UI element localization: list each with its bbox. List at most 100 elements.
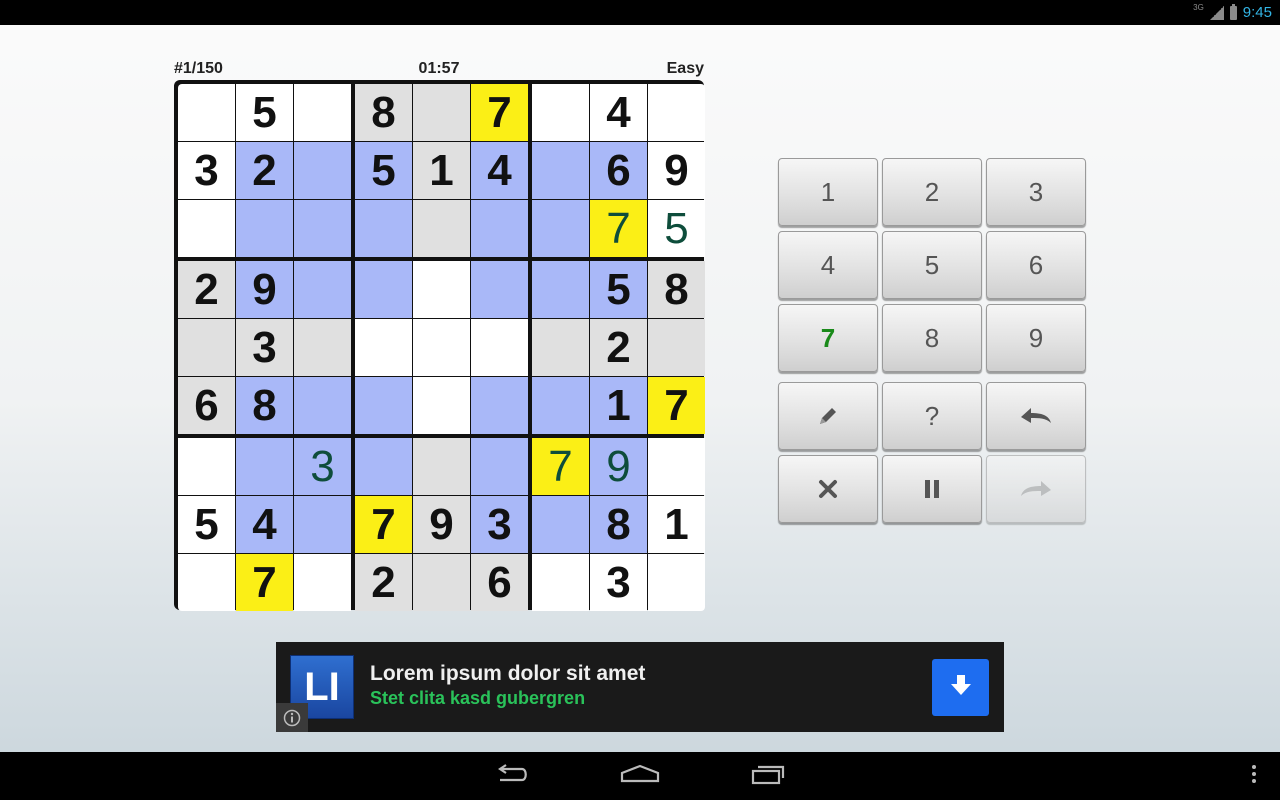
sudoku-cell[interactable] — [178, 438, 235, 495]
sudoku-cell[interactable] — [532, 261, 589, 318]
sudoku-cell[interactable]: 3 — [294, 438, 351, 495]
sudoku-cell[interactable]: 8 — [590, 496, 647, 553]
clear-button[interactable] — [778, 455, 878, 523]
sudoku-cell[interactable]: 4 — [590, 84, 647, 141]
sudoku-cell[interactable]: 2 — [178, 261, 235, 318]
sudoku-cell[interactable] — [413, 554, 470, 611]
hint-button[interactable]: ? — [882, 382, 982, 450]
sudoku-cell[interactable] — [413, 438, 470, 495]
info-icon[interactable] — [276, 703, 308, 732]
sudoku-cell[interactable] — [532, 84, 589, 141]
redo-button[interactable] — [986, 455, 1086, 523]
sudoku-cell[interactable] — [355, 261, 412, 318]
sudoku-cell[interactable]: 1 — [413, 142, 470, 199]
sudoku-cell[interactable]: 7 — [590, 200, 647, 257]
sudoku-cell[interactable]: 5 — [590, 261, 647, 318]
digit-button-2[interactable]: 2 — [882, 158, 982, 226]
sudoku-cell[interactable]: 3 — [590, 554, 647, 611]
sudoku-cell[interactable]: 3 — [236, 319, 293, 376]
sudoku-cell[interactable] — [355, 200, 412, 257]
sudoku-cell[interactable] — [648, 554, 705, 611]
digit-button-9[interactable]: 9 — [986, 304, 1086, 372]
digit-button-1[interactable]: 1 — [778, 158, 878, 226]
sudoku-cell[interactable]: 3 — [471, 496, 528, 553]
home-button[interactable] — [610, 760, 670, 792]
sudoku-cell[interactable] — [532, 200, 589, 257]
ad-banner[interactable]: LI Lorem ipsum dolor sit amet Stet clita… — [276, 642, 1004, 732]
sudoku-cell[interactable] — [648, 319, 705, 376]
sudoku-cell[interactable]: 8 — [648, 261, 705, 318]
sudoku-cell[interactable] — [532, 496, 589, 553]
recent-apps-button[interactable] — [738, 760, 798, 792]
sudoku-cell[interactable]: 9 — [236, 261, 293, 318]
sudoku-cell[interactable] — [532, 377, 589, 434]
sudoku-cell[interactable] — [413, 200, 470, 257]
sudoku-cell[interactable]: 6 — [590, 142, 647, 199]
sudoku-cell[interactable] — [413, 84, 470, 141]
sudoku-cell[interactable] — [294, 200, 351, 257]
menu-button[interactable] — [1224, 760, 1280, 792]
sudoku-cell[interactable]: 2 — [590, 319, 647, 376]
sudoku-cell[interactable] — [532, 554, 589, 611]
sudoku-cell[interactable]: 9 — [413, 496, 470, 553]
sudoku-cell[interactable]: 1 — [648, 496, 705, 553]
undo-button[interactable] — [986, 382, 1086, 450]
sudoku-cell[interactable] — [178, 200, 235, 257]
sudoku-cell[interactable] — [648, 438, 705, 495]
sudoku-cell[interactable] — [178, 319, 235, 376]
sudoku-cell[interactable] — [294, 496, 351, 553]
sudoku-cell[interactable] — [471, 261, 528, 318]
digit-button-3[interactable]: 3 — [986, 158, 1086, 226]
sudoku-cell[interactable] — [178, 554, 235, 611]
sudoku-cell[interactable] — [532, 319, 589, 376]
sudoku-cell[interactable] — [236, 438, 293, 495]
sudoku-cell[interactable] — [294, 142, 351, 199]
sudoku-cell[interactable] — [355, 377, 412, 434]
digit-button-6[interactable]: 6 — [986, 231, 1086, 299]
sudoku-cell[interactable] — [471, 377, 528, 434]
sudoku-cell[interactable]: 4 — [236, 496, 293, 553]
sudoku-cell[interactable]: 1 — [590, 377, 647, 434]
sudoku-cell[interactable]: 5 — [355, 142, 412, 199]
sudoku-cell[interactable] — [413, 377, 470, 434]
sudoku-cell[interactable]: 4 — [471, 142, 528, 199]
sudoku-cell[interactable]: 9 — [590, 438, 647, 495]
digit-button-8[interactable]: 8 — [882, 304, 982, 372]
sudoku-cell[interactable]: 7 — [471, 84, 528, 141]
sudoku-cell[interactable] — [236, 200, 293, 257]
pause-button[interactable] — [882, 455, 982, 523]
sudoku-cell[interactable]: 7 — [532, 438, 589, 495]
sudoku-cell[interactable]: 7 — [236, 554, 293, 611]
sudoku-cell[interactable]: 7 — [355, 496, 412, 553]
sudoku-cell[interactable] — [413, 319, 470, 376]
digit-button-5[interactable]: 5 — [882, 231, 982, 299]
sudoku-cell[interactable] — [648, 84, 705, 141]
sudoku-cell[interactable] — [294, 377, 351, 434]
sudoku-cell[interactable]: 9 — [648, 142, 705, 199]
sudoku-cell[interactable] — [413, 261, 470, 318]
pencil-button[interactable] — [778, 382, 878, 450]
sudoku-cell[interactable]: 5 — [178, 496, 235, 553]
sudoku-cell[interactable]: 8 — [236, 377, 293, 434]
sudoku-cell[interactable] — [294, 319, 351, 376]
sudoku-cell[interactable] — [178, 84, 235, 141]
sudoku-cell[interactable] — [294, 261, 351, 318]
sudoku-cell[interactable]: 7 — [648, 377, 705, 434]
download-button[interactable] — [932, 659, 989, 716]
sudoku-cell[interactable] — [355, 438, 412, 495]
sudoku-cell[interactable] — [294, 554, 351, 611]
back-button[interactable] — [482, 760, 542, 792]
sudoku-cell[interactable] — [471, 438, 528, 495]
sudoku-cell[interactable] — [471, 319, 528, 376]
sudoku-cell[interactable] — [294, 84, 351, 141]
digit-button-7[interactable]: 7 — [778, 304, 878, 372]
sudoku-cell[interactable]: 6 — [178, 377, 235, 434]
sudoku-cell[interactable]: 5 — [236, 84, 293, 141]
sudoku-cell[interactable]: 8 — [355, 84, 412, 141]
sudoku-cell[interactable] — [471, 200, 528, 257]
sudoku-cell[interactable]: 2 — [236, 142, 293, 199]
sudoku-cell[interactable]: 5 — [648, 200, 705, 257]
sudoku-cell[interactable] — [355, 319, 412, 376]
sudoku-cell[interactable] — [532, 142, 589, 199]
sudoku-cell[interactable]: 6 — [471, 554, 528, 611]
